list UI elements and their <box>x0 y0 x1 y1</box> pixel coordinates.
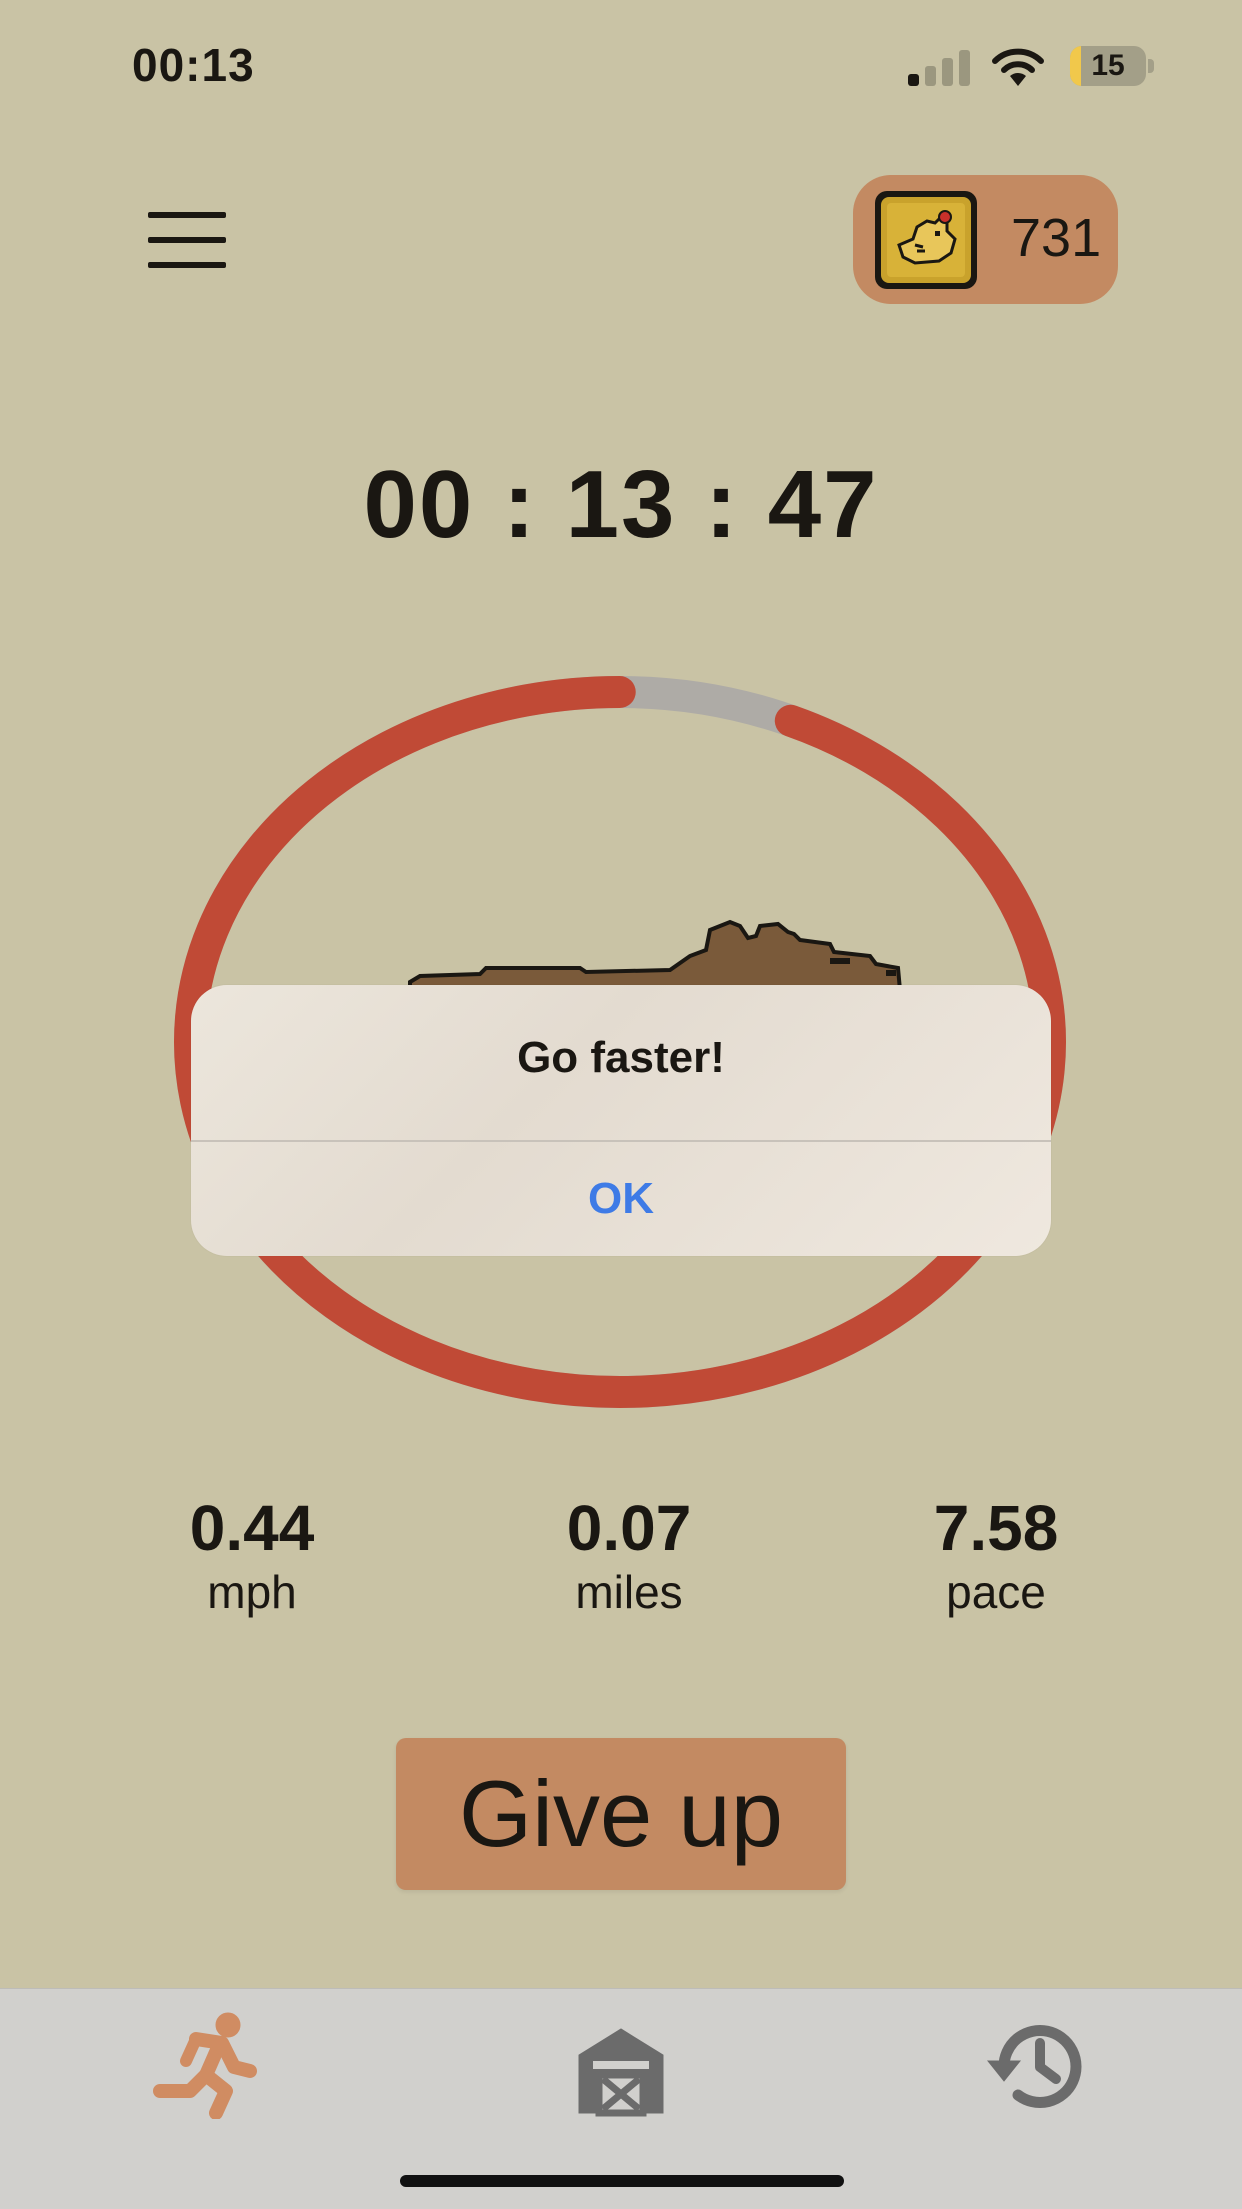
alert-overlay: Go faster! OK <box>0 0 1242 2208</box>
alert-ok-button[interactable]: OK <box>191 1142 1051 1256</box>
alert-dialog: Go faster! OK <box>191 985 1051 1256</box>
alert-title: Go faster! <box>517 1033 725 1082</box>
